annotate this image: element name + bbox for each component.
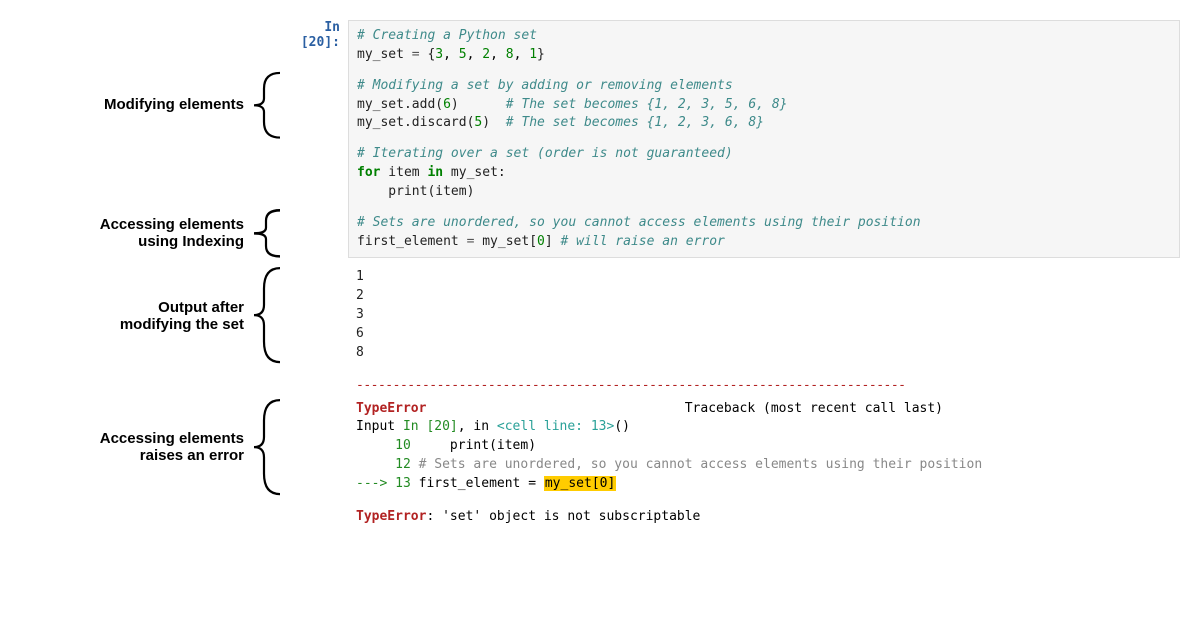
label-indexing: Accessing elements using Indexing [20, 208, 250, 259]
indexing-row: Accessing elements using Indexing # Sets… [20, 208, 1180, 259]
code-block-modify: # Modifying a set by adding or removing … [348, 71, 1180, 140]
brace-error [250, 396, 284, 498]
code-indexing: # Sets are unordered, so you cannot acce… [284, 208, 1180, 259]
label-modify: Modifying elements [20, 71, 250, 140]
code-modify: # Modifying a set by adding or removing … [284, 71, 1180, 140]
output-content: 1 2 3 6 8 [284, 264, 1180, 366]
code-header-row: In [20]: # Creating a Python set my_set … [20, 20, 1180, 71]
code-top: In [20]: # Creating a Python set my_set … [284, 20, 1180, 71]
code-block-indexing: # Sets are unordered, so you cannot acce… [348, 208, 1180, 259]
error-lines: TypeError Traceback (most recent call la… [356, 400, 1172, 494]
code-lines-modify: # Modifying a set by adding or removing … [357, 77, 1171, 134]
output-lines: 1 2 3 6 8 [356, 268, 1172, 362]
input-prompt: In [20]: [284, 20, 348, 71]
brace-indexing [250, 208, 284, 259]
label-error: Accessing elements raises an error [20, 396, 250, 498]
code-block-top: # Creating a Python set my_set = {3, 5, … [348, 20, 1180, 71]
brace-modify [250, 71, 284, 140]
error-content: TypeError Traceback (most recent call la… [284, 396, 1180, 498]
code-lines-top: # Creating a Python set my_set = {3, 5, … [357, 27, 1171, 65]
error-row: Accessing elements raises an error TypeE… [20, 396, 1180, 498]
code-lines-indexing: # Sets are unordered, so you cannot acce… [357, 214, 1171, 252]
label-output: Output after modifying the set [20, 264, 250, 366]
error-sep-row: ----------------------------------------… [20, 377, 1180, 396]
error-final-line: TypeError: 'set' object is not subscript… [356, 508, 1172, 527]
iterate-row: # Iterating over a set (order is not gua… [20, 139, 1180, 208]
error-final: TypeError: 'set' object is not subscript… [348, 504, 1180, 531]
output-block: 1 2 3 6 8 [348, 264, 1180, 366]
error-block: TypeError Traceback (most recent call la… [348, 396, 1180, 498]
error-final-row: TypeError: 'set' object is not subscript… [20, 504, 1180, 531]
error-sep: ----------------------------------------… [348, 377, 1180, 396]
modify-row: Modifying elements # Modifying a set by … [20, 71, 1180, 140]
code-block-iterate: # Iterating over a set (order is not gua… [348, 139, 1180, 208]
label-empty [20, 20, 250, 71]
brace-empty [250, 20, 284, 71]
code-iterate: # Iterating over a set (order is not gua… [284, 139, 1180, 208]
code-lines-iterate: # Iterating over a set (order is not gua… [357, 145, 1171, 202]
brace-output [250, 264, 284, 366]
output-row: Output after modifying the set 1 2 3 6 8 [20, 264, 1180, 366]
